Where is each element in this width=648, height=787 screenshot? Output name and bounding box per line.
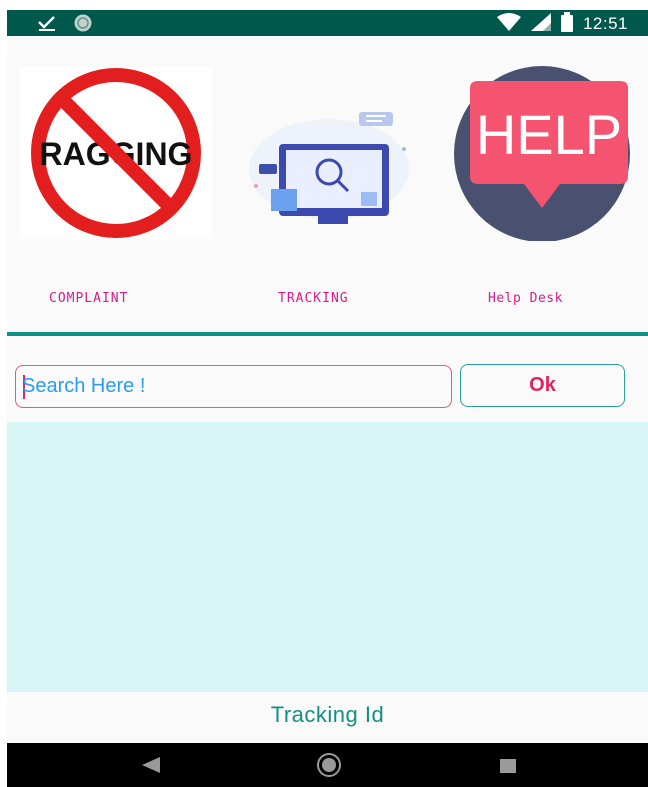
wifi-icon	[496, 13, 521, 35]
search-input[interactable]	[22, 366, 442, 406]
tracking-tile[interactable]: TRACKING	[220, 36, 433, 306]
status-bar: 12:51	[7, 10, 648, 36]
ok-button[interactable]: Ok	[460, 364, 625, 407]
back-icon[interactable]	[142, 757, 160, 777]
complaint-tile[interactable]: RAGGING COMPLAINT	[7, 36, 220, 306]
tracking-label: TRACKING	[278, 291, 349, 306]
navigation-bar	[7, 743, 648, 787]
monitor-search-icon	[234, 94, 424, 224]
no-ragging-icon: RAGGING	[20, 67, 212, 239]
help-desk-tile[interactable]: HELP Help Desk	[433, 36, 648, 306]
recents-icon[interactable]	[500, 758, 516, 777]
battery-icon	[560, 12, 573, 36]
tracking-id-label: Tracking Id	[270, 702, 385, 727]
help-desk-label: Help Desk	[488, 291, 563, 306]
search-field[interactable]	[15, 365, 452, 408]
clock-time: 12:51	[582, 14, 628, 33]
results-panel	[7, 422, 648, 692]
check-download-icon	[37, 14, 57, 36]
signal-icon	[530, 13, 551, 35]
sync-icon	[73, 13, 93, 37]
section-divider	[7, 332, 648, 336]
feature-row: RAGGING COMPLAINT	[7, 36, 648, 306]
help-bubble-text: HELP	[476, 103, 622, 166]
help-bubble-icon: HELP	[450, 66, 635, 242]
app-screen: 12:51 RAGGING COMPLAINT	[7, 10, 648, 787]
complaint-label: COMPLAINT	[49, 291, 129, 306]
home-icon[interactable]	[315, 753, 343, 781]
